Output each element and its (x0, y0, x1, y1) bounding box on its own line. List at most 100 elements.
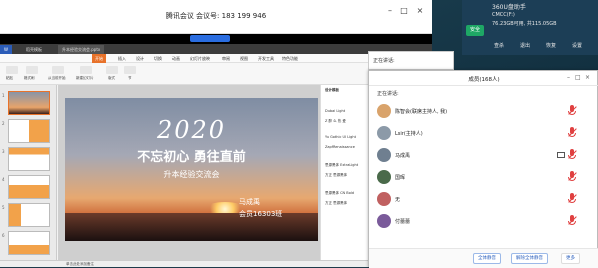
speaking-strip-label: 正在讲话: (373, 58, 395, 64)
panel-title: 设计模板 (325, 88, 339, 92)
slide-thumbnail[interactable] (8, 175, 50, 199)
font-item[interactable]: 思源黑体 CN Bold (325, 191, 367, 196)
mic-muted-icon[interactable] (568, 127, 577, 138)
menu-design[interactable]: 设计 (136, 54, 144, 63)
participant-row[interactable]: Lsir(主持人) (369, 123, 598, 145)
speaking-indicator: 正在讲话: (368, 51, 454, 70)
usb-app-title: 360U盘助手 (492, 4, 526, 11)
slide-thumbnail[interactable] (8, 231, 50, 255)
mic-muted-icon[interactable] (568, 105, 577, 116)
paste-button[interactable] (6, 66, 18, 74)
popout-icon[interactable]: □ (575, 74, 581, 81)
new-slide-label: 新建幻灯片 (76, 76, 94, 80)
font-item[interactable]: 方正 思源黑体 (325, 201, 367, 206)
participant-row[interactable]: 马成禹 (369, 145, 598, 167)
minimize-button[interactable]: – (384, 6, 396, 16)
avatar (377, 170, 391, 184)
slide-editor[interactable]: 2020 不忘初心 勇往直前 升本经验交流会 马成禹 会员16303班 (58, 85, 320, 260)
font-item[interactable]: ZapfRenaissance (325, 145, 367, 150)
participant-name: 无 (395, 197, 401, 203)
minimize-icon[interactable]: – (567, 74, 570, 81)
font-item[interactable]: 思源黑体 ExtraLight (325, 163, 367, 168)
design-template-panel: 设计模板 Dubai Light Z 醉 么 热 爱 Yu Gothic UI … (320, 85, 368, 260)
menu-features[interactable]: 特色功能 (282, 54, 298, 63)
menu-view[interactable]: 视图 (240, 54, 248, 63)
screen-share-icon (557, 152, 565, 158)
mic-muted-icon[interactable] (568, 149, 577, 160)
share-toolbar (0, 34, 432, 44)
mic-muted-icon[interactable] (568, 193, 577, 204)
slide-number: 4 (2, 177, 5, 182)
tab-template[interactable]: 稻壳模板 (22, 45, 46, 54)
play-from-current-button[interactable] (52, 66, 64, 74)
menu-slideshow[interactable]: 幻灯片放映 (190, 54, 210, 63)
usb-device: CMCC(F:) (492, 12, 515, 18)
slide-thumbnail[interactable] (8, 203, 50, 227)
mic-muted-icon[interactable] (568, 171, 577, 182)
maximize-button[interactable]: □ (398, 6, 410, 16)
participants-header: 成员(168人) – □ × (369, 71, 598, 86)
participant-name: 国晖 (395, 175, 406, 181)
participant-name: 付蕾蕾 (395, 219, 411, 225)
menu-animation[interactable]: 动画 (172, 54, 180, 63)
play-from-current-label: 从当前开始 (48, 76, 66, 80)
speaking-label: 正在讲话: (377, 91, 399, 97)
safe-badge: 安全 (466, 25, 484, 36)
font-item[interactable]: Z 醉 么 热 爱 (325, 119, 367, 124)
section-button[interactable] (124, 66, 136, 74)
participant-row[interactable]: 陈智会(联席主持人, 我) (369, 101, 598, 123)
layout-button[interactable] (106, 66, 118, 74)
tab-document[interactable]: 升本经验交流会.pptx (58, 45, 105, 54)
menu-transition[interactable]: 切换 (154, 54, 162, 63)
font-item[interactable]: Dubai Light (325, 109, 367, 114)
menu-developer[interactable]: 开发工具 (258, 54, 274, 63)
participant-name: 陈智会(联席主持人, 我) (395, 109, 448, 115)
menu-insert[interactable]: 插入 (118, 54, 126, 63)
avatar (377, 192, 391, 206)
slide-subtitle: 升本经验交流会 (163, 170, 220, 179)
close-button[interactable]: × (414, 6, 426, 16)
avatar (377, 148, 391, 162)
slide-number: 2 (2, 121, 5, 126)
avatar (377, 104, 391, 118)
participant-name: 马成禹 (395, 153, 411, 159)
usb-usage: 76.23GB可用, 共115.05GB (492, 21, 557, 27)
unmute-all-button[interactable]: 解除全体静音 (511, 253, 548, 264)
current-slide[interactable]: 2020 不忘初心 勇往直前 升本经验交流会 马成禹 会员16303班 (65, 98, 318, 241)
participant-name: Lsir(主持人) (395, 131, 423, 137)
share-status-pill[interactable] (190, 35, 230, 42)
format-painter-label: 格式刷 (24, 76, 35, 80)
font-item[interactable]: Yu Gothic UI Light (325, 135, 367, 140)
menu-review[interactable]: 审阅 (222, 54, 230, 63)
slide-headline: 不忘初心 勇往直前 (137, 150, 246, 165)
slide-number: 5 (2, 205, 5, 210)
slide-number: 1 (2, 93, 5, 98)
slide-number: 6 (2, 233, 5, 238)
slide-thumbnail[interactable] (8, 147, 50, 171)
participant-row[interactable]: 无 (369, 189, 598, 211)
slide-thumbnail[interactable] (8, 91, 50, 115)
participant-row[interactable]: 国晖 (369, 167, 598, 189)
slide-thumbnail[interactable] (8, 119, 50, 143)
avatar (377, 214, 391, 228)
mute-all-button[interactable]: 全体静音 (473, 253, 501, 264)
restore-button[interactable]: 恢复 (546, 42, 556, 49)
settings-button[interactable]: 设置 (572, 42, 582, 49)
mic-muted-icon[interactable] (568, 215, 577, 226)
participant-row[interactable]: 付蕾蕾 (369, 211, 598, 233)
new-slide-button[interactable] (80, 66, 92, 74)
wps-home-tab[interactable]: W (0, 45, 12, 54)
paste-label: 粘贴 (6, 76, 13, 80)
slide-class-code: 会员16303班 (239, 210, 283, 218)
notes-hint[interactable]: 单击此处添加备注 (66, 261, 94, 267)
slide-number: 3 (2, 149, 5, 154)
font-item[interactable]: 方正 思源黑体 (325, 173, 367, 178)
format-painter-button[interactable] (26, 66, 38, 74)
eject-button[interactable]: 退出 (520, 42, 530, 49)
meeting-titlebar: 腾讯会议 会议号: 183 199 946 – □ × (0, 0, 432, 34)
slide-year: 2020 (156, 116, 227, 144)
more-button[interactable]: 更多 (561, 253, 580, 264)
menu-start[interactable]: 开始 (92, 54, 106, 63)
close-icon[interactable]: × (585, 74, 590, 81)
scan-button[interactable]: 查杀 (494, 42, 504, 49)
